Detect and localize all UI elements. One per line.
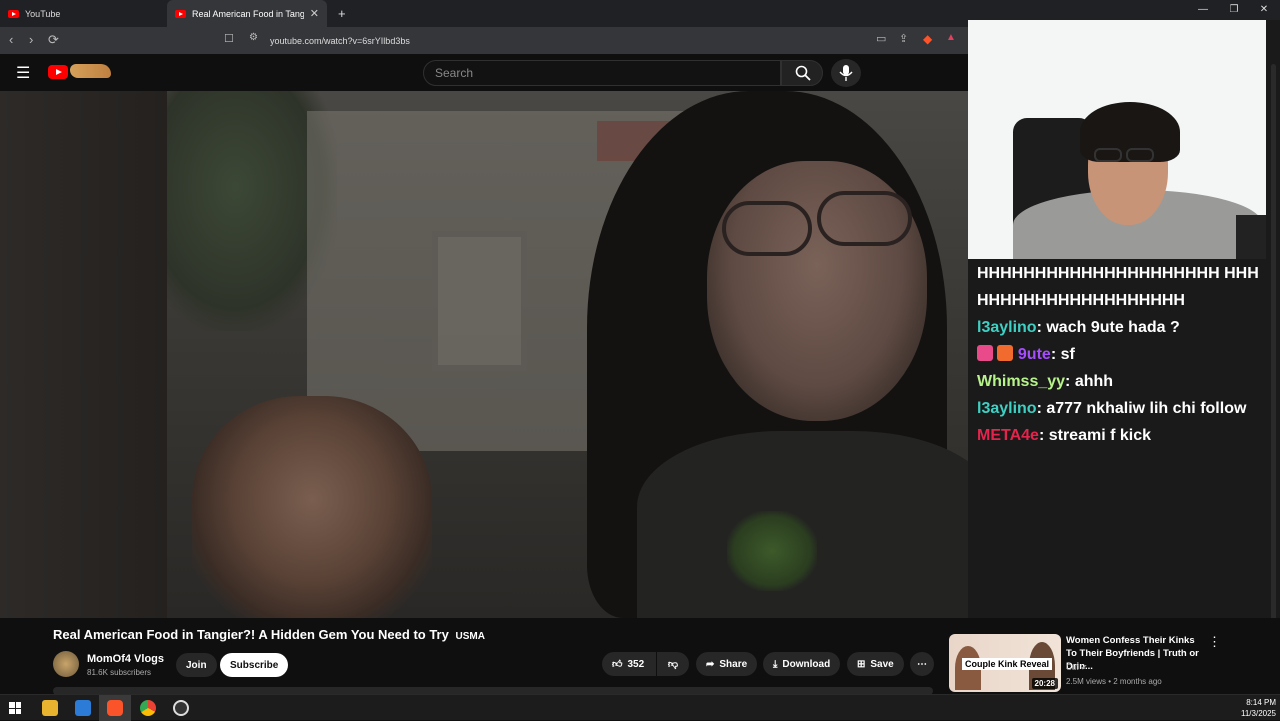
video-title: Real American Food in Tangier?! A Hidden… [53,627,485,642]
share-page-icon[interactable]: ⇪ [899,32,908,45]
close-window-icon[interactable]: ✕ [1254,4,1274,15]
verified-icon: ✔ [1080,663,1088,672]
thumbs-down-icon: 👎︎ [667,659,679,670]
rocket-badge-icon [977,345,993,361]
new-tab-button[interactable]: + [330,0,354,27]
og-badge-icon [997,345,1014,361]
url-field[interactable]: youtube.com/watch?v=6srYIlbd3bs [240,31,964,51]
microphone-icon [839,65,853,81]
chat-text: HHHHHHHHHHHHHHHHHHHHH HHHHHHHHHHHHHHHHHH… [977,265,1259,309]
chat-message: l3aylino: a777 nkhaliw lih chi follow [977,400,1247,417]
subscribe-button[interactable]: Subscribe [220,653,289,677]
download-button[interactable]: ⤓ Download [763,652,841,676]
address-bar-row: ‹ › ⟳ ☐ youtube.com/watch?v=6srYIlbd3bs … [0,27,968,54]
chat-text: ahhh [1074,373,1114,390]
doodle-logo-icon[interactable] [70,64,111,78]
dislike-button[interactable]: 👎︎ [657,652,689,676]
recommended-meta: 2.5M views • 2 months ago [1066,677,1162,686]
channel-avatar[interactable] [53,651,79,677]
voice-search-button[interactable] [831,59,861,87]
youtube-logo-icon[interactable] [48,65,68,79]
clock[interactable]: 8:14 PM 11/3/2025 [1220,697,1276,719]
tab-label: YouTube [25,8,61,19]
file-explorer-icon[interactable] [42,700,58,716]
clock-time: 8:14 PM [1246,698,1276,707]
search-placeholder: Search [435,66,474,80]
channel-name[interactable]: MomOf4 Vlogs [87,653,164,665]
brave-rewards-icon[interactable]: ▲ [946,32,956,43]
forward-icon[interactable]: › [29,32,33,47]
restore-icon[interactable]: ❐ [1224,4,1244,15]
scrollbar[interactable] [1271,64,1276,624]
thumbs-up-icon: 👍︎ [612,659,623,670]
brave-browser-icon[interactable] [107,700,123,716]
back-icon[interactable]: ‹ [9,32,13,47]
resolve-icon[interactable] [75,700,91,716]
chat-text: wach 9ute hada ? [1046,319,1180,336]
tab-close-icon[interactable]: ✕ [310,7,319,20]
chat-message: l3aylino: wach 9ute hada ? [977,319,1180,336]
chat-username: META4e [977,427,1039,444]
minimize-icon[interactable]: — [1193,4,1213,15]
tab-video[interactable]: Real American Food in Tangier?! ✕ [167,0,327,27]
bookmark-icon[interactable]: ☐ [224,32,234,45]
title-badge: USMA [455,631,485,642]
chat-overlay: HHHHHHHHHHHHHHHHHHHHH HHHHHHHHHHHHHHHHHH… [977,260,1267,449]
chat-message: HHHHHHHHHHHHHHHHHHHHH HHHHHHHHHHHHHHHHHH… [977,260,1267,314]
taskbar: 8:14 PM 11/3/2025 [0,694,1280,721]
chrome-icon[interactable] [140,700,156,716]
youtube-header: ☰ Search [0,54,968,91]
windows-start-icon[interactable] [9,702,21,714]
youtube-favicon-icon [175,9,186,18]
brave-shield-icon[interactable]: ◆ [923,32,932,46]
subscriber-count: 81.6K subscribers [87,668,152,677]
chat-message: 9ute: sf [977,341,1267,368]
menu-icon[interactable]: ☰ [16,63,30,83]
chat-username: 9ute [1017,346,1051,363]
chat-username: l3aylino [977,400,1037,417]
chat-text: a777 nkhaliw lih chi follow [1046,400,1247,417]
tab-youtube[interactable]: YouTube [0,0,165,27]
tab-label: Real American Food in Tangier?! [192,8,304,19]
chat-text: sf [1060,346,1075,363]
stream-overlay: HHHHHHHHHHHHHHHHHHHHH HHHHHHHHHHHHHHHHHH… [968,20,1280,624]
youtube-favicon-icon [8,9,19,18]
thumbnail-caption: Couple Kink Reveal [962,658,1053,670]
more-actions-button[interactable]: ⋯ [910,652,934,676]
recommended-channel: Cut ✔ [1066,663,1088,672]
obs-icon[interactable] [173,700,189,716]
share-icon: ➦ [706,658,715,670]
duration-badge: 20:28 [1031,678,1058,689]
like-button[interactable]: 👍︎ 352 [602,652,656,676]
recommended-thumbnail[interactable]: Couple Kink Reveal 20:28 [949,634,1061,692]
download-icon: ⤓ [773,658,778,670]
reload-icon[interactable]: ⟳ [48,32,59,48]
search-icon [795,65,811,81]
save-icon: ⊞ [857,658,866,670]
save-button[interactable]: ⊞ Save [847,652,904,676]
url-text: youtube.com/watch?v=6srYIlbd3bs [270,36,410,46]
chat-text: streami f kick [1048,427,1151,444]
chat-username: Whimss_yy [977,373,1066,390]
video-info: Real American Food in Tangier?! A Hidden… [0,618,944,698]
join-button[interactable]: Join [176,653,217,677]
chat-message: META4e: streami f kick [977,427,1151,444]
search-input[interactable]: Search [423,60,781,86]
cast-icon[interactable]: ▭ [876,32,886,45]
search-button[interactable] [781,60,823,86]
video-frame [167,91,968,618]
share-button[interactable]: ➦ Share [696,652,758,676]
webcam-view [968,20,1266,259]
more-icon: ⋯ [917,658,927,670]
video-ambient-edge [0,91,167,618]
video-player[interactable] [0,91,968,618]
site-settings-icon[interactable]: ⚙ [249,32,258,43]
clock-date: 11/3/2025 [1241,709,1276,718]
recommended-video[interactable]: Couple Kink Reveal 20:28 Women Confess T… [944,618,1280,698]
more-icon[interactable]: ⋮ [1208,634,1221,650]
chat-message: Whimss_yy: ahhh [977,373,1114,390]
chat-username: l3aylino [977,319,1037,336]
